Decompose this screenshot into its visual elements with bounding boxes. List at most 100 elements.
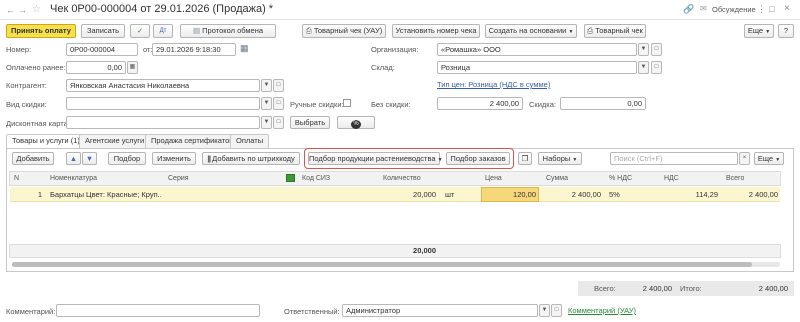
discount-type-dropdown[interactable]: ▼ [261, 97, 272, 110]
col-vat: НДС [664, 175, 679, 182]
open-icon: □ [554, 307, 559, 313]
discount-field[interactable]: 0,00 [560, 97, 646, 110]
exchange-log-button[interactable]: ▤ Протокол обмена [180, 24, 276, 38]
prepaid-calc[interactable]: ▦ [127, 61, 138, 74]
responsible-label: Ответственный: [284, 307, 340, 316]
row-qty: 20,000 [413, 190, 436, 199]
result-value: 2 400,00 [758, 284, 788, 293]
create-based-label: Создать на основании [488, 26, 567, 35]
counterparty-open[interactable]: □ [273, 79, 284, 92]
discussion-icon[interactable]: ✉ [700, 4, 707, 13]
counterparty-field[interactable]: Янковская Анастасия Николаевна [66, 79, 260, 92]
move-down-button[interactable]: ▼ [82, 152, 97, 165]
organization-dropdown[interactable]: ▼ [638, 43, 649, 56]
manual-discount-label: Ручные скидки: [290, 100, 344, 109]
close-icon[interactable]: × [784, 3, 790, 14]
prepaid-label: Оплачено ранее: [6, 63, 66, 72]
highlight-frame [304, 148, 514, 169]
tab-certificates[interactable]: Продажа сертификатов [145, 134, 240, 148]
copy-button[interactable]: ❐ [518, 152, 532, 165]
add-by-barcode-button[interactable]: ||| Добавить по штрихкоду [202, 152, 300, 165]
price-type-link[interactable]: Тип цен: Розница (НДС в сумме) [437, 80, 550, 89]
kits-button[interactable]: Наборы ▼ [538, 152, 582, 165]
discount-card-dropdown[interactable]: ▼ [261, 116, 272, 129]
table-search-input[interactable]: Поиск (Ctrl+F) [610, 152, 738, 165]
comment-uau-link[interactable]: Комментарий (УАУ) [568, 306, 636, 315]
goods-receipt-button[interactable]: ⎙ Товарный чек [584, 24, 646, 38]
select-button[interactable]: Выбрать [290, 116, 330, 129]
row-price[interactable]: 120,00 [483, 188, 536, 201]
chevron-down-icon: ▼ [640, 64, 647, 70]
arrow-up-icon: ▲ [69, 154, 78, 163]
menu-dots-icon[interactable]: ⋮ [757, 4, 766, 15]
window-title: Чек 0Р00-000004 от 29.01.2026 (Продажа) … [50, 3, 274, 15]
organization-field[interactable]: «Ромашка» ООО [437, 43, 637, 56]
change-button[interactable]: Изменить [152, 152, 196, 165]
comment-field[interactable] [56, 304, 260, 317]
manual-discount-checkbox[interactable] [343, 99, 351, 107]
chevron-down-icon: ▼ [263, 100, 270, 106]
number-field[interactable]: 0Р00-000004 [66, 43, 138, 56]
calendar-icon[interactable]: ▦ [240, 43, 249, 54]
row-total: 2 400,00 [748, 190, 778, 199]
footer-qty: 20,000 [413, 246, 436, 255]
responsible-field[interactable]: Администратор [342, 304, 538, 317]
kits-label: Наборы [542, 154, 571, 163]
tab-agent-services[interactable]: Агентские услуги [79, 134, 151, 148]
row-sum: 2 400,00 [571, 190, 601, 199]
tab-payments[interactable]: Оплаты [230, 134, 270, 148]
warehouse-field[interactable]: Розница [437, 61, 637, 74]
discount-card-field[interactable] [66, 116, 260, 129]
discussion-link[interactable]: Обсуждение [712, 5, 756, 14]
scrollbar-thumb[interactable] [12, 262, 752, 267]
post-button[interactable]: ✓ [130, 24, 150, 38]
discount-type-open[interactable]: □ [273, 97, 284, 110]
link-icon[interactable]: 🔗 [683, 4, 694, 15]
percent-icon: % [351, 120, 361, 129]
prepaid-field[interactable]: 0,00 [66, 61, 126, 74]
responsible-dropdown[interactable]: ▼ [539, 304, 550, 317]
create-based-button[interactable]: Создать на основании ▼ [485, 24, 577, 38]
selection-button[interactable]: Подбор [108, 152, 146, 165]
help-button[interactable]: ? [778, 24, 794, 38]
maximize-icon[interactable]: □ [769, 4, 774, 14]
date-field[interactable]: 29.01.2026 9:18:30 [152, 43, 236, 56]
discount-card-open[interactable]: □ [273, 116, 284, 129]
goods-receipt-label: Товарный чек [595, 26, 643, 35]
protocol-icon: ▤ [192, 26, 201, 35]
move-up-button[interactable]: ▲ [66, 152, 81, 165]
table-more-button[interactable]: Еще ▼ [754, 152, 784, 165]
responsible-open[interactable]: □ [551, 304, 562, 317]
counterparty-label: Контрагент: [6, 81, 47, 90]
accept-payment-button[interactable]: Принять оплату [6, 24, 76, 38]
add-row-button[interactable]: Добавить [12, 152, 54, 165]
percent-button[interactable]: % [337, 116, 375, 129]
more-label: Еще [747, 26, 764, 35]
goods-receipt-uau-label: Товарный чек (УАУ) [313, 26, 383, 35]
barcode-icon: ||| [207, 154, 211, 163]
chevron-down-icon: ▼ [765, 29, 771, 35]
chevron-down-icon: ▼ [263, 119, 270, 125]
set-number-button[interactable]: Установить номер чека [392, 24, 480, 38]
row-n: 1 [37, 190, 42, 199]
no-discount-label: Без скидки: [371, 100, 411, 109]
goods-receipt-uau-button[interactable]: ⎙ Товарный чек (УАУ) [302, 24, 386, 38]
comment-label: Комментарий: [6, 307, 56, 316]
favorite-star-icon[interactable]: ☆ [32, 4, 41, 15]
back-arrow-icon[interactable]: ← [6, 5, 15, 15]
counterparty-dropdown[interactable]: ▼ [261, 79, 272, 92]
warehouse-dropdown[interactable]: ▼ [638, 61, 649, 74]
search-clear[interactable]: × [739, 152, 750, 165]
warehouse-open[interactable]: □ [651, 61, 662, 74]
organization-open[interactable]: □ [651, 43, 662, 56]
more-button[interactable]: Еще ▼ [744, 24, 774, 38]
dt-kt-button[interactable]: Дт [153, 24, 173, 38]
dt-kt-icon: Дт [159, 28, 167, 34]
tab-goods[interactable]: Товары и услуги (1) [6, 134, 86, 149]
printer-icon: ⎙ [305, 26, 312, 35]
horizontal-scrollbar[interactable] [12, 262, 780, 267]
record-button[interactable]: Записать [81, 24, 125, 38]
no-discount-field[interactable]: 2 400,00 [437, 97, 523, 110]
forward-arrow-icon[interactable]: → [18, 5, 27, 15]
discount-type-field[interactable] [66, 97, 260, 110]
